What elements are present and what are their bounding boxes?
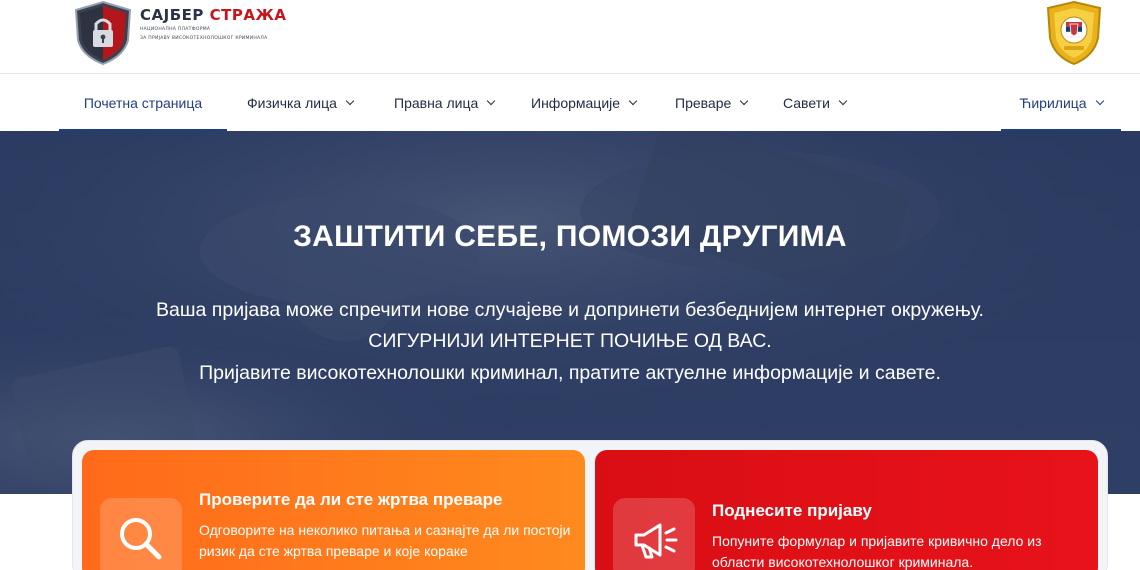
- site-header: САЈБЕР СТРАЖА НАЦИОНАЛНА ПЛАТФОРМА ЗА ПР…: [0, 0, 1140, 74]
- logo-title-b: СТРАЖА: [209, 6, 287, 24]
- chevron-down-icon: [838, 96, 848, 106]
- language-selector[interactable]: Ћирилица: [1001, 75, 1121, 131]
- logo-text[interactable]: САЈБЕР СТРАЖА НАЦИОНАЛНА ПЛАТФОРМА ЗА ПР…: [140, 6, 286, 42]
- cyber-guard-logo-icon[interactable]: [72, 0, 134, 66]
- nav-individuals-label: Физичка лица: [247, 95, 337, 111]
- nav-frauds-label: Преваре: [675, 95, 732, 111]
- nav-information-label: Информације: [531, 95, 621, 111]
- logo-subtitle-1: НАЦИОНАЛНА ПЛАТФОРМА: [140, 27, 211, 32]
- search-icon: [100, 498, 182, 570]
- logo-subtitle-2: ЗА ПРИЈАВУ ВИСОКОТЕХНОЛОШКОГ КРИМИНАЛА: [140, 36, 268, 41]
- submit-report-card[interactable]: Поднесите пријаву Попуните формулар и пр…: [595, 450, 1098, 570]
- police-badge-icon[interactable]: [1042, 0, 1106, 66]
- submit-report-text: Попуните формулар и пријавите кривично д…: [712, 533, 1042, 570]
- check-fraud-card[interactable]: Проверите да ли сте жртва преваре Одгово…: [82, 450, 585, 570]
- chevron-down-icon: [487, 96, 496, 106]
- chevron-down-icon: [740, 96, 749, 106]
- logo-title-a: САЈБЕР: [140, 6, 204, 24]
- hero-text-line-3: Пријавите високотехнолошки криминал, пра…: [199, 362, 941, 384]
- logo-title: САЈБЕР СТРАЖА: [140, 6, 286, 24]
- nav-information[interactable]: Информације: [531, 75, 638, 131]
- submit-report-title: Поднесите пријаву: [712, 501, 872, 520]
- chevron-down-icon: [628, 96, 638, 106]
- chevron-down-icon: [345, 96, 355, 106]
- check-fraud-text: Одговорите на неколико питања и сазнајте…: [199, 522, 571, 559]
- chevron-down-icon: [1095, 96, 1104, 106]
- hero-text-line-1: Ваша пријава може спречити нове случајев…: [156, 299, 984, 321]
- hero-title: ЗАШТИТИ СЕБЕ, ПОМОЗИ ДРУГИМА: [293, 220, 847, 253]
- nav-home-label: Почетна страница: [83, 95, 203, 111]
- check-fraud-title: Проверите да ли сте жртва преваре: [199, 490, 503, 509]
- nav-frauds[interactable]: Преваре: [675, 75, 749, 131]
- nav-legal-entities-label: Правна лица: [394, 95, 479, 111]
- language-label: Ћирилица: [1019, 95, 1087, 111]
- nav-legal-entities[interactable]: Правна лица: [394, 75, 496, 131]
- nav-individuals[interactable]: Физичка лица: [247, 75, 355, 131]
- hero-text-line-2: СИГУРНИЈИ ИНТЕРНЕТ ПОЧИЊЕ ОД ВАС.: [368, 330, 772, 352]
- nav-tips-label: Савети: [783, 95, 830, 111]
- main-nav: Почетна страница Физичка лица Правна лиц…: [0, 75, 1140, 131]
- nav-home[interactable]: Почетна страница: [59, 75, 227, 131]
- megaphone-icon: [613, 498, 695, 570]
- nav-tips[interactable]: Савети: [783, 75, 848, 131]
